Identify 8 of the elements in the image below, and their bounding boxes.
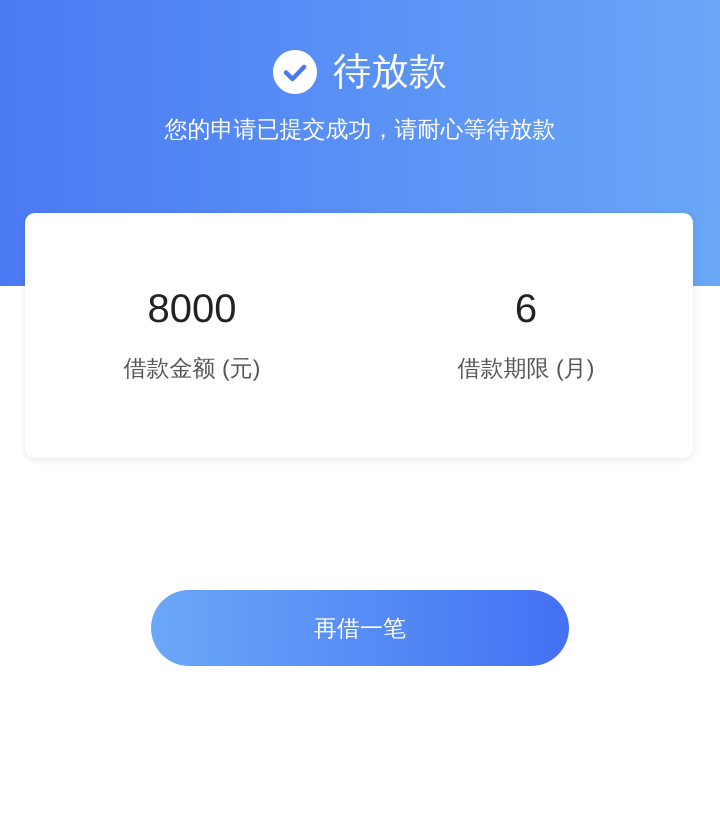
summary-label: 借款期限 (月) — [458, 354, 594, 383]
check-icon — [273, 50, 317, 94]
summary-value: 8000 — [148, 286, 236, 333]
summary-value: 6 — [514, 286, 538, 333]
status-title: 待放款 — [333, 50, 447, 95]
summary-label: 借款金额 (元) — [124, 354, 260, 383]
status-subtitle: 您的申请已提交成功，请耐心等待放款 — [164, 115, 556, 144]
borrow-again-button[interactable]: 再借一笔 — [151, 590, 569, 666]
